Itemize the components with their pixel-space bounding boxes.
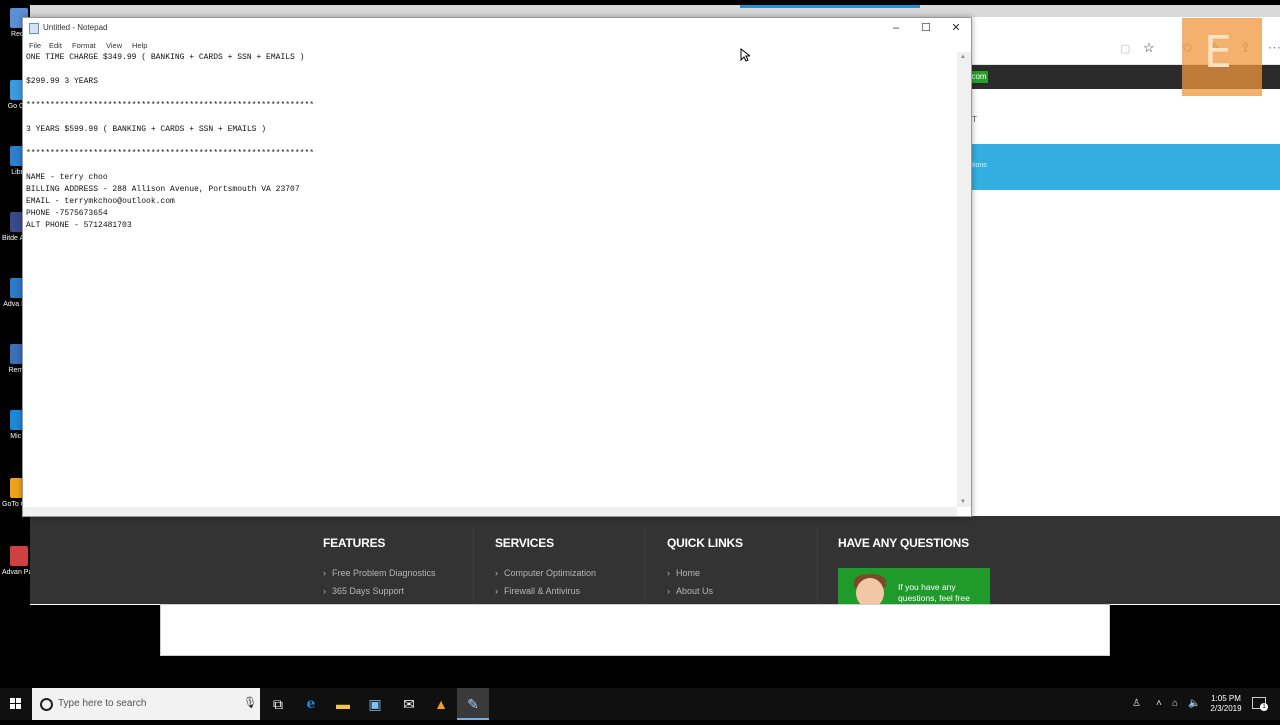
- start-button[interactable]: [0, 688, 32, 720]
- footer-divider: [473, 524, 474, 604]
- text-line: PHONE -7575673654: [26, 209, 108, 218]
- menu-edit[interactable]: Edit: [49, 41, 62, 50]
- overlay-app-logo: E: [1182, 18, 1262, 96]
- task-view-icon[interactable]: ⧉: [262, 688, 294, 720]
- site-banner-text: tions: [972, 162, 987, 169]
- contact-promo-text: If you have any questions, feel free: [898, 582, 970, 604]
- mouse-cursor-icon: [740, 48, 750, 62]
- scroll-down-icon[interactable]: ▼: [960, 499, 966, 505]
- more-icon[interactable]: ⋯: [1268, 40, 1280, 56]
- footer-link[interactable]: Home: [667, 564, 827, 582]
- volume-icon[interactable]: 🔈: [1188, 698, 1200, 709]
- search-placeholder: Type here to search: [58, 698, 147, 709]
- notepad-text-area[interactable]: ONE TIME CHARGE $349.99 ( BANKING + CARD…: [25, 52, 955, 507]
- taskbar-search-box[interactable]: Type here to search 🎙: [32, 688, 260, 720]
- horizontal-scrollbar[interactable]: [23, 507, 957, 516]
- clock-date: 2/3/2019: [1210, 704, 1242, 713]
- text-line: ONE TIME CHARGE $349.99 ( BANKING + CARD…: [26, 53, 305, 62]
- taskbar: Type here to search 🎙 ⧉ e ▬ ▣ ✉ ▲ ✎ ♙ ˄ …: [0, 688, 1280, 720]
- desktop-app-icon: [10, 546, 28, 566]
- menu-file[interactable]: File: [29, 41, 41, 50]
- browser-tab-strip[interactable]: [30, 5, 1280, 17]
- site-domain-badge: com: [970, 71, 988, 83]
- scroll-up-icon[interactable]: ▲: [960, 54, 966, 60]
- text-line: 3 YEARS $599.99 ( BANKING + CARDS + SSN …: [26, 125, 267, 134]
- site-nav-fragment[interactable]: T: [972, 115, 977, 124]
- maximize-button[interactable]: ☐: [911, 18, 941, 38]
- site-banner: tions: [970, 144, 1280, 190]
- browser-active-tab-indicator: [740, 5, 920, 8]
- taskbar-clock[interactable]: 1:05 PM 2/3/2019: [1204, 694, 1248, 714]
- footer-column-services: SERVICES Computer Optimization Firewall …: [495, 536, 655, 600]
- notepad-menubar: File Edit Format View Help: [23, 38, 971, 52]
- menu-view[interactable]: View: [106, 41, 122, 50]
- file-explorer-icon[interactable]: ▬: [327, 688, 359, 720]
- text-line: ALT PHONE - 5712481703: [26, 221, 132, 230]
- notepad-titlebar[interactable]: Untitled - Notepad – ☐ ✕: [23, 18, 971, 38]
- browser-lower-panel: [160, 604, 1110, 656]
- store-icon[interactable]: ▣: [359, 688, 391, 720]
- notepad-title: Untitled - Notepad: [43, 23, 108, 32]
- footer-heading: SERVICES: [495, 536, 554, 550]
- contact-promo[interactable]: If you have any questions, feel free: [838, 568, 990, 604]
- vertical-scrollbar[interactable]: ▲ ▼: [957, 52, 971, 507]
- text-line: ****************************************…: [26, 101, 315, 110]
- text-line: $299.99 3 YEARS: [26, 77, 99, 86]
- text-line: ****************************************…: [26, 149, 315, 158]
- promo-line: If you have any: [898, 582, 956, 592]
- text-line: NAME - terry choo: [26, 173, 108, 182]
- edge-browser-icon[interactable]: e: [295, 688, 327, 720]
- text-line: EMAIL - terrymkchoo@outlook.com: [26, 197, 175, 206]
- footer-divider: [645, 524, 646, 604]
- microphone-icon[interactable]: 🎙: [243, 696, 257, 709]
- overlay-letter: E: [1204, 27, 1232, 78]
- support-agent-avatar: [856, 578, 884, 604]
- site-footer: FEATURES Free Problem Diagnostics 365 Da…: [30, 516, 1280, 604]
- footer-heading: HAVE ANY QUESTIONS: [838, 536, 969, 550]
- footer-link[interactable]: 365 Days Support: [323, 582, 483, 600]
- windows-logo-icon: [10, 698, 21, 709]
- notepad-app-icon: [29, 23, 39, 34]
- search-circle-icon: [40, 698, 53, 711]
- network-icon[interactable]: ⌂: [1172, 698, 1178, 709]
- gotoassist-icon[interactable]: ▲: [425, 688, 457, 720]
- people-icon[interactable]: ♙: [1132, 698, 1141, 709]
- footer-link[interactable]: Computer Optimization: [495, 564, 655, 582]
- footer-column-features: FEATURES Free Problem Diagnostics 365 Da…: [323, 536, 483, 600]
- footer-link[interactable]: Firewall & Antivirus: [495, 582, 655, 600]
- footer-column-quick-links: QUICK LINKS Home About Us: [667, 536, 827, 600]
- footer-link[interactable]: Free Problem Diagnostics: [323, 564, 483, 582]
- favorite-star-icon[interactable]: ☆: [1143, 40, 1155, 56]
- footer-heading: QUICK LINKS: [667, 536, 743, 550]
- menu-format[interactable]: Format: [72, 41, 96, 50]
- reading-view-icon[interactable]: ▢: [1120, 42, 1130, 55]
- menu-help[interactable]: Help: [132, 41, 147, 50]
- promo-line: questions, feel free: [898, 593, 970, 603]
- minimize-button[interactable]: –: [881, 18, 911, 38]
- footer-link[interactable]: About Us: [667, 582, 827, 600]
- mail-icon[interactable]: ✉: [393, 688, 425, 720]
- notepad-window[interactable]: Untitled - Notepad – ☐ ✕ File Edit Forma…: [22, 17, 972, 517]
- footer-heading: FEATURES: [323, 536, 386, 550]
- notepad-taskbar-icon[interactable]: ✎: [457, 688, 489, 720]
- clock-time: 1:05 PM: [1211, 694, 1241, 703]
- footer-divider: [817, 524, 818, 604]
- footer-column-questions: HAVE ANY QUESTIONS: [838, 536, 998, 564]
- notification-count-badge: 1: [1260, 703, 1268, 711]
- close-button[interactable]: ✕: [941, 18, 971, 38]
- tray-chevron-up-icon[interactable]: ˄: [1156, 698, 1162, 709]
- text-line: BILLING ADDRESS - 288 Allison Avenue, Po…: [26, 185, 300, 194]
- action-center-icon[interactable]: 1: [1252, 697, 1268, 711]
